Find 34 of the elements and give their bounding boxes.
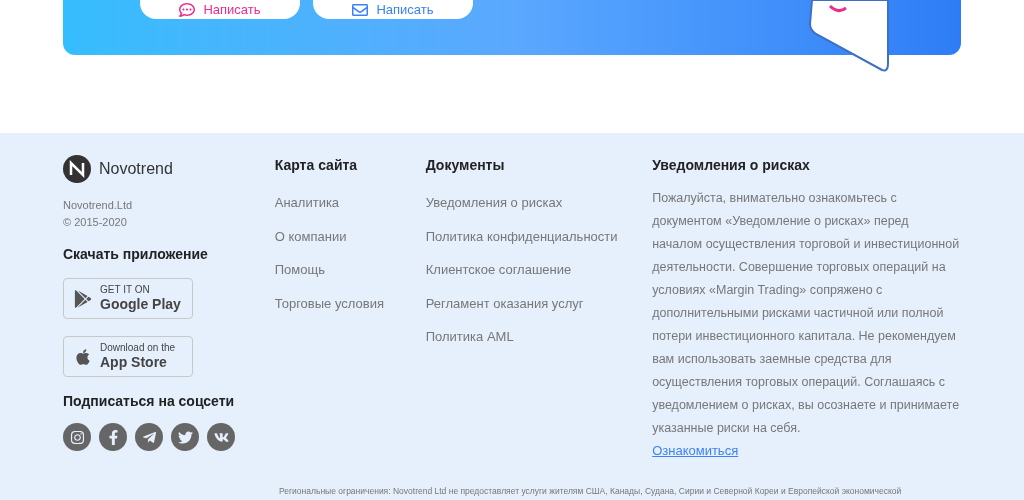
copyright: © 2015-2020	[63, 214, 128, 230]
sitemap-link[interactable]: Помощь	[274, 260, 426, 280]
document-link[interactable]: Регламент оказания услуг	[425, 293, 653, 313]
store-button[interactable]: GET IT ON Google Play	[63, 278, 193, 319]
sitemap-link[interactable]: Аналитика	[274, 193, 426, 213]
document-link[interactable]: Уведомления о рисках	[425, 193, 653, 213]
facebook-icon[interactable]	[99, 423, 127, 451]
logo-icon	[63, 155, 91, 183]
sitemap-link[interactable]: О компании	[274, 226, 426, 246]
risk-notice: Пожалуйста, внимательно ознакомьтесь с документом «Уведомление о рисках» перед началом осуществления торговой и инвестиционной деятельности. Совершение торговых операций на условиях «Margin Trading» сопряжено с дополнительными рисками частичной или полной потери инвестиционного капитала. Не рекомендуем вам использовать заемные средства для осуществления торговых операций. Соглашаясь с уведомлением о рисках, вы осознаете и принимаете указанные риски на себя.	[652, 190, 961, 437]
chat-icon	[179, 1, 196, 18]
brand-name: Novotrend	[99, 159, 173, 179]
telegram-icon[interactable]	[135, 423, 163, 451]
vk-icon[interactable]	[207, 423, 235, 451]
sitemap-link[interactable]: Торговые условия	[274, 293, 426, 313]
social-heading: Подписаться на соцсети	[63, 392, 236, 411]
instagram-icon[interactable]	[63, 423, 91, 451]
store-button[interactable]: Download on the App Store	[63, 336, 193, 377]
read-more-link[interactable]: Ознакомиться	[652, 441, 739, 461]
document-link[interactable]: Политика AML	[425, 327, 653, 347]
write-button[interactable]: Написать	[313, 0, 473, 19]
apple-icon	[74, 347, 92, 366]
envelope-icon	[352, 1, 369, 18]
write-button[interactable]: Написать	[140, 0, 300, 19]
documents-heading: Документы	[425, 156, 506, 175]
twitter-icon[interactable]	[171, 423, 199, 451]
risks-heading: Уведомления о рисках	[652, 156, 811, 175]
apps-heading: Скачать приложение	[63, 245, 209, 264]
company-name: Novotrend.Ltd	[63, 198, 134, 213]
document-link[interactable]: Политика конфиденциальности	[425, 226, 653, 246]
disclaimer: Региональные ограничения: Novotrend Ltd не предоставляет услуги жителям США, Канады, Судана, Сирии и Северной Кореи и Европейской экономической	[279, 485, 903, 498]
document-link[interactable]: Клиентское соглашение	[425, 260, 653, 280]
play-icon	[74, 289, 92, 308]
sitemap-heading: Карта сайта	[274, 156, 359, 175]
